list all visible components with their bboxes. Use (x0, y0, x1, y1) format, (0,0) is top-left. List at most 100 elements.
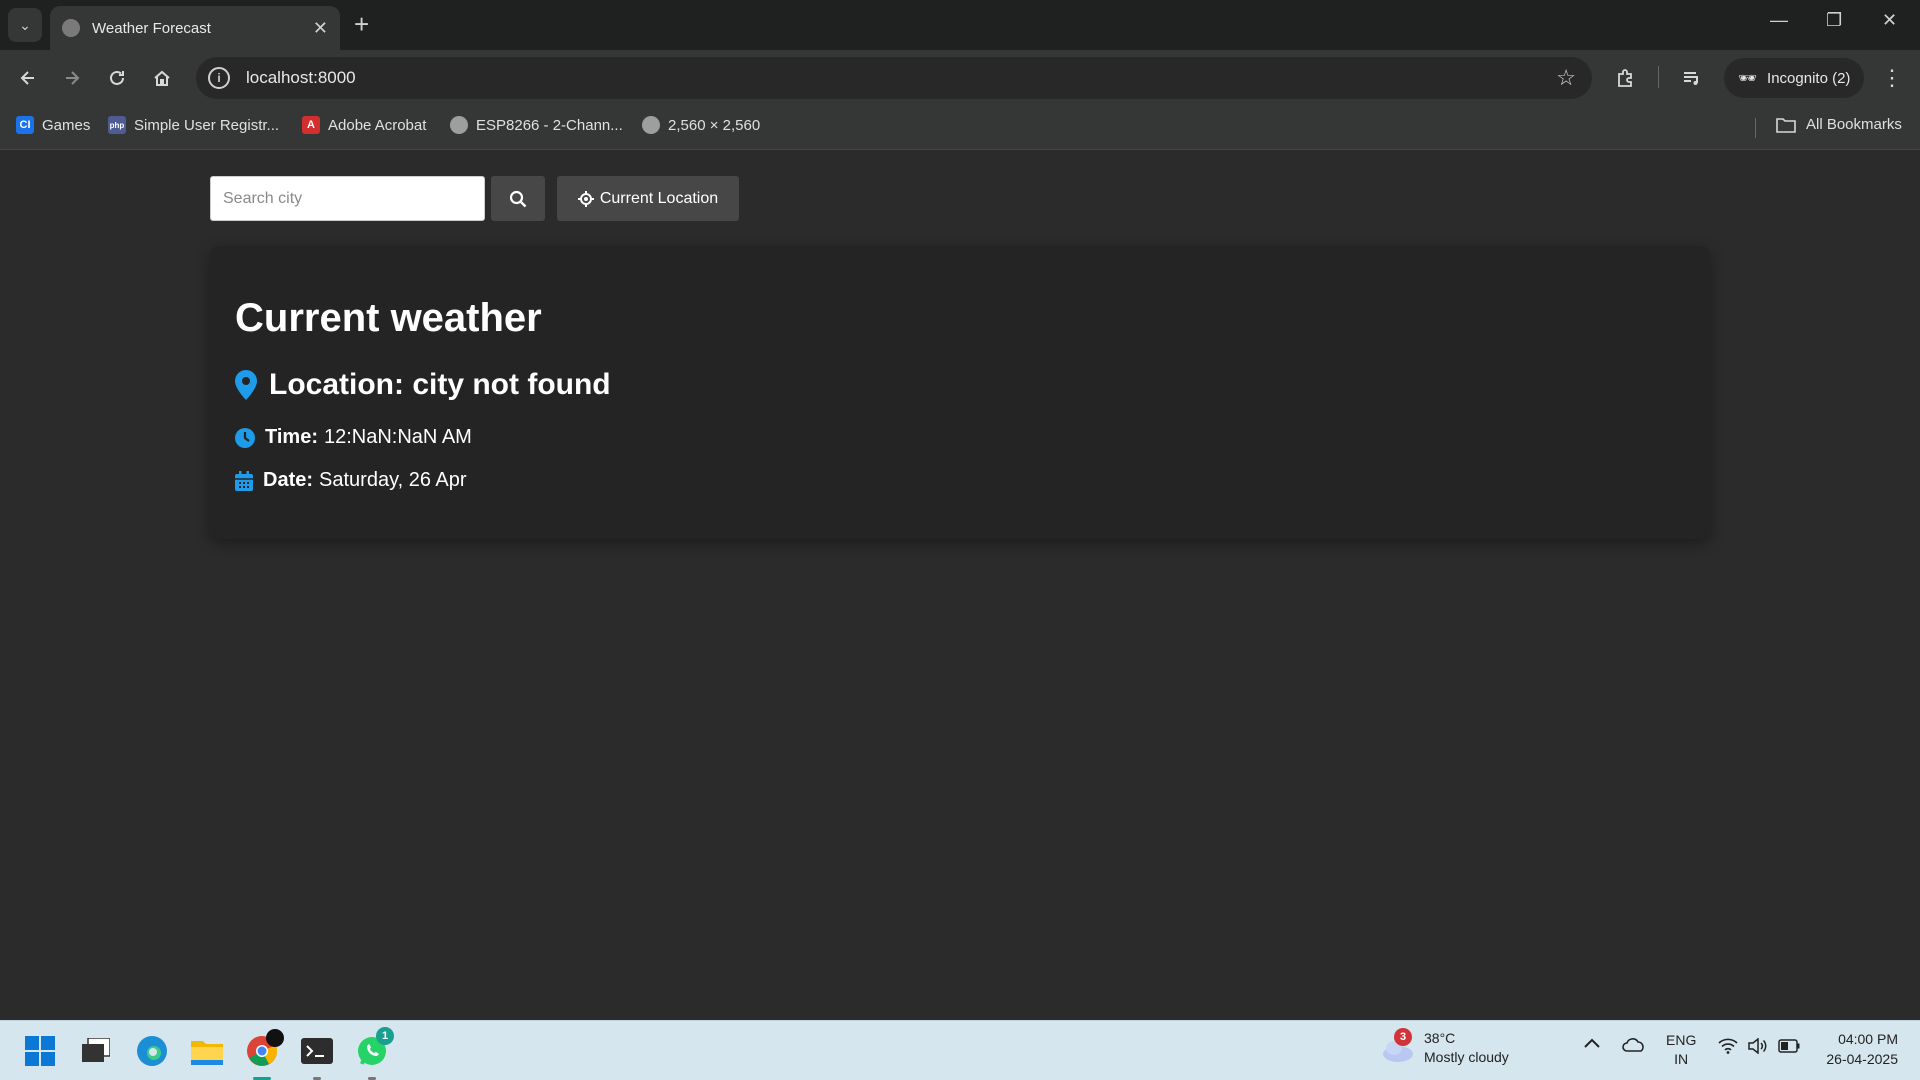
whatsapp-notification-badge: 1 (376, 1027, 394, 1045)
speaker-icon (1748, 1037, 1767, 1055)
crosshair-icon (577, 190, 594, 207)
cloud-icon (1622, 1038, 1644, 1052)
bookmarks-divider (1755, 118, 1756, 138)
location-row: Location: city not found (235, 368, 611, 402)
all-bookmarks-button[interactable]: All Bookmarks (1776, 116, 1902, 133)
time-row: Time: 12:NaN:NaN AM (235, 426, 472, 449)
taskbar-clock[interactable]: 04:00 PM 26-04-2025 (1812, 1029, 1898, 1069)
incognito-profile-button[interactable]: 🕶 Incognito (2) (1724, 58, 1864, 98)
wifi-button[interactable] (1718, 1038, 1738, 1057)
search-city-input[interactable] (210, 176, 485, 221)
tab-weather-forecast[interactable]: Weather Forecast ✕ (50, 6, 340, 50)
playlist-icon (1684, 72, 1698, 85)
tab-title: Weather Forecast (92, 19, 211, 37)
browser-titlebar: ⌄ Weather Forecast ✕ + — ❐ ✕ (0, 0, 1920, 50)
clock-time: 04:00 PM (1838, 1031, 1898, 1047)
search-button[interactable] (491, 176, 545, 221)
extensions-button[interactable] (1610, 62, 1642, 94)
close-window-button[interactable]: ✕ (1882, 10, 1897, 31)
acrobat-icon: A (302, 116, 320, 134)
battery-icon (1778, 1039, 1800, 1053)
start-button[interactable] (20, 1031, 60, 1071)
bookmarks-bar: CI Games php Simple User Registr... A Ad… (0, 106, 1920, 150)
clock-date: 26-04-2025 (1826, 1051, 1898, 1067)
task-view-icon (82, 1038, 110, 1062)
lang-bottom: IN (1674, 1051, 1689, 1067)
incognito-icon: 🕶 (1738, 70, 1758, 87)
globe-icon (450, 116, 468, 134)
bookmark-label: Simple User Registr... (134, 116, 280, 134)
puzzle-icon (1618, 69, 1632, 87)
home-icon (154, 70, 170, 86)
url-text[interactable]: localhost:8000 (246, 68, 356, 88)
site-info-icon[interactable]: i (208, 67, 230, 89)
reload-icon (110, 70, 124, 85)
clock-icon (235, 427, 255, 448)
bookmark-label: ESP8266 - 2-Chann... (476, 116, 623, 134)
chevron-up-icon (1584, 1038, 1600, 1048)
back-button[interactable] (12, 62, 44, 94)
menu-button[interactable]: ⋮ (1876, 62, 1908, 94)
chrome-app[interactable] (242, 1029, 284, 1071)
bookmark-star-icon[interactable]: ☆ (1556, 65, 1576, 91)
media-control-button[interactable] (1676, 62, 1708, 94)
address-bar[interactable]: i localhost:8000 ☆ (196, 57, 1592, 99)
bookmark-simple-user-registration[interactable]: php Simple User Registr... (108, 116, 279, 134)
bookmark-label: 2,560 × 2,560 (668, 116, 761, 134)
battery-button[interactable] (1778, 1039, 1800, 1056)
whatsapp-app[interactable]: 1 (352, 1027, 394, 1071)
windows-taskbar: 1 3 38°C Mostly cloudy ENG IN 04:00 PM 2… (0, 1020, 1920, 1080)
bookmark-esp8266[interactable]: ESP8266 - 2-Chann... (450, 116, 623, 134)
forward-button[interactable] (56, 62, 88, 94)
date-value: Saturday, 26 Apr (319, 469, 467, 491)
tab-search-button[interactable]: ⌄ (8, 8, 42, 42)
chrome-incognito-badge (266, 1029, 284, 1047)
task-view-button[interactable] (76, 1031, 116, 1071)
folder-icon (1776, 117, 1796, 133)
toolbar-divider (1658, 66, 1659, 88)
restore-button[interactable]: ❐ (1826, 10, 1842, 31)
time-value: 12:NaN:NaN AM (323, 426, 472, 448)
globe-icon (642, 116, 660, 134)
onedrive-button[interactable] (1622, 1038, 1646, 1055)
minimize-button[interactable]: — (1770, 10, 1788, 31)
home-button[interactable] (146, 62, 178, 94)
edge-icon (137, 1036, 167, 1066)
bookmark-label: Games (42, 116, 91, 134)
weather-widget[interactable]: 3 38°C Mostly cloudy (1380, 1028, 1509, 1067)
bookmark-games[interactable]: CI Games (16, 116, 90, 134)
terminal-app[interactable] (297, 1031, 337, 1071)
current-weather-card: Current weather Location: city not found… (210, 246, 1710, 539)
bookmark-label: Adobe Acrobat (328, 116, 427, 134)
weather-alert-badge: 3 (1394, 1028, 1412, 1046)
language-indicator[interactable]: ENG IN (1666, 1031, 1696, 1069)
lang-top: ENG (1666, 1032, 1697, 1048)
folder-icon (191, 1041, 223, 1065)
bookmark-adobe-acrobat[interactable]: A Adobe Acrobat (302, 116, 426, 134)
search-icon (509, 190, 527, 207)
close-tab-icon[interactable]: ✕ (313, 18, 328, 39)
browser-toolbar: i localhost:8000 ☆ 🕶 Incognito (2) ⋮ (0, 50, 1920, 106)
more-vert-icon: ⋮ (1881, 65, 1903, 90)
bookmark-2560[interactable]: 2,560 × 2,560 (642, 116, 760, 134)
volume-button[interactable] (1748, 1037, 1768, 1057)
show-hidden-icons-button[interactable] (1584, 1035, 1600, 1051)
new-tab-button[interactable]: + (354, 10, 369, 38)
php-icon: php (108, 116, 126, 134)
map-pin-icon (235, 370, 257, 400)
current-location-button[interactable]: Current Location (557, 176, 739, 221)
incognito-label: Incognito (2) (1767, 69, 1851, 87)
globe-icon (62, 19, 80, 37)
edge-app[interactable] (132, 1031, 172, 1071)
forward-arrow-icon (66, 71, 80, 85)
weather-heading: Current weather (235, 296, 542, 340)
weather-temp: 38°C (1424, 1030, 1456, 1046)
weather-desc: Mostly cloudy (1424, 1049, 1509, 1065)
reload-button[interactable] (101, 62, 133, 94)
current-location-label: Current Location (599, 189, 719, 207)
all-bookmarks-label: All Bookmarks (1806, 116, 1902, 133)
file-explorer-app[interactable] (187, 1031, 227, 1071)
cloud-sun-icon: 3 (1380, 1028, 1416, 1066)
back-arrow-icon (20, 71, 34, 85)
time-label: Time: (265, 426, 318, 448)
